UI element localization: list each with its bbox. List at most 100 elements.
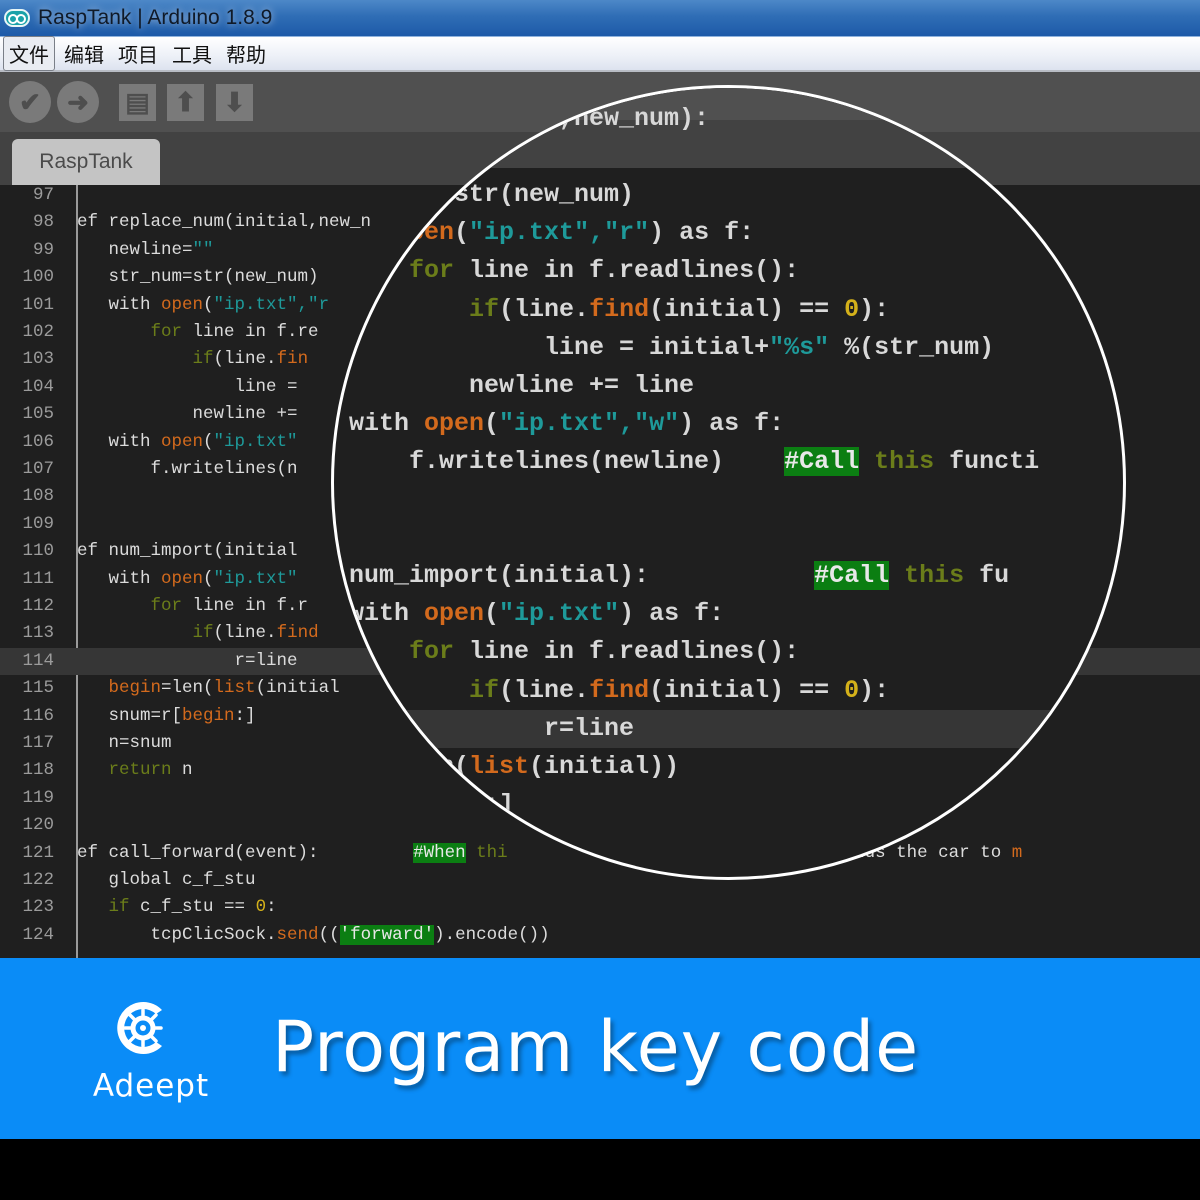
code-token: for: [409, 637, 455, 667]
code-token: ef num_import(initial: [77, 541, 298, 562]
code-text: with open("ip.txt": [77, 429, 298, 456]
magnified-code-text: with open("ip.txt") as f:: [334, 595, 724, 633]
code-token: newline +=: [77, 404, 298, 425]
upload-button[interactable]: ➜: [57, 81, 99, 123]
line-number: 116: [22, 705, 54, 726]
code-text: newline="": [77, 237, 214, 264]
code-token: if: [469, 294, 500, 324]
code-token: "ip.txt": [213, 568, 298, 589]
comment-highlight: 'forward': [339, 924, 435, 945]
menu-file[interactable]: 文件: [3, 36, 55, 71]
line-number: 99: [32, 239, 54, 260]
tab-rasptank[interactable]: RaspTank: [12, 139, 160, 185]
code-token: ).encode()): [434, 924, 550, 945]
code-token: 0: [844, 675, 860, 705]
code-token: "ip.txt","r: [213, 294, 330, 315]
menu-tools[interactable]: 工具: [167, 37, 217, 70]
code-text: f.writelines(n: [77, 456, 298, 483]
code-token: line in f.readlines():: [454, 256, 800, 286]
code-token: n=snum: [77, 733, 172, 753]
line-number: 124: [22, 924, 54, 945]
code-text: if c_f_stu == 0:: [77, 894, 277, 921]
magnified-code-line: with open("ip.txt","w") as f:: [334, 405, 1123, 443]
code-token: send: [276, 924, 319, 945]
line-number: 112: [22, 596, 54, 616]
magnified-code-text: open("ip.txt","r") as f:: [334, 214, 754, 252]
adeept-wheel-logo-icon: [117, 1002, 163, 1054]
code-token: "ip.txt": [213, 431, 298, 452]
magnified-code-line: f.writelines(newline) #Call this functi: [334, 443, 1123, 481]
magnified-code-line: egin:]: [334, 786, 1123, 824]
verify-button[interactable]: ✔: [9, 81, 51, 123]
code-line[interactable]: 124 tcpClicSock.send(('forward').encode(…: [0, 922, 1200, 949]
code-token: ((: [318, 924, 340, 945]
magnified-code-line: if(line.find(initial) == 0):: [334, 672, 1123, 710]
code-token: begin: [108, 678, 162, 699]
new-button[interactable]: ▤: [119, 84, 156, 121]
code-text: line =: [77, 374, 298, 401]
code-text: newline +=: [77, 401, 298, 428]
comment-highlight: #Call: [814, 561, 890, 591]
magnified-code-line: [334, 519, 1123, 557]
code-token: 0: [255, 897, 267, 918]
magnified-code-line: num_import(initial): #Call this fu: [334, 557, 1123, 595]
code-token: :]: [484, 789, 515, 819]
line-number: 101: [22, 294, 54, 315]
code-token: find: [589, 294, 650, 324]
code-token: this: [874, 446, 935, 476]
code-token: open: [161, 431, 204, 452]
code-token: m=str(new_num): [334, 180, 635, 210]
code-text: r=line: [77, 648, 298, 675]
adeept-logo: Adeept: [86, 990, 216, 1110]
menu-edit[interactable]: 编辑: [59, 37, 109, 70]
code-text: begin=len(list(initial: [77, 675, 340, 702]
line-number: 120: [22, 815, 54, 836]
code-token: open: [161, 294, 204, 315]
open-button[interactable]: ⬆: [167, 84, 204, 121]
code-token: for: [150, 596, 183, 616]
title-bar: RaspTank | Arduino 1.8.9: [0, 0, 1200, 37]
code-token: (initial) ==: [649, 675, 845, 705]
code-token: line in f.readlines():: [454, 637, 800, 667]
menu-help[interactable]: 帮助: [221, 37, 271, 70]
code-token: (initial: [255, 678, 340, 699]
code-token: open: [424, 599, 485, 629]
code-token: open: [394, 218, 455, 248]
code-token: global c_f_stu: [77, 870, 256, 890]
code-token: %(str_num): [829, 332, 995, 362]
magnified-code-text: line = initial+"%s" %(str_num): [334, 329, 994, 367]
code-token: (line.: [213, 623, 277, 644]
magnified-code-line: line = initial+"%s" %(str_num): [334, 329, 1123, 367]
window-title: RaspTank | Arduino 1.8.9: [38, 6, 273, 29]
magnified-code-text: newline += line: [334, 367, 694, 405]
code-line[interactable]: 123 if c_f_stu == 0:: [0, 894, 1200, 921]
magnified-code-text: egin:]: [334, 786, 514, 824]
code-token: for: [150, 322, 183, 342]
menu-sketch[interactable]: 项目: [113, 37, 163, 70]
code-text: return n: [77, 757, 193, 784]
code-token: r=line: [77, 650, 298, 671]
magnified-code-line: for line in f.readlines():: [334, 252, 1123, 290]
code-token: functi: [934, 446, 1040, 476]
save-button[interactable]: ⬇: [216, 84, 253, 121]
code-token: (line.: [499, 294, 590, 324]
code-token: egin: [424, 789, 485, 819]
code-token: num_import(initial):: [334, 561, 815, 591]
code-token: ef replace_num(initial,new_n: [77, 212, 372, 233]
code-token: with: [77, 568, 162, 589]
code-text: snum=r[begin:]: [77, 703, 256, 730]
line-number: 111: [22, 568, 54, 589]
magnified-code-line: nitial,new_num):: [334, 100, 1123, 138]
code-token: with: [77, 294, 162, 315]
code-token: :]: [234, 705, 256, 726]
magnified-code-line: for line in f.readlines():: [334, 633, 1123, 671]
code-token: "ip.txt","w": [499, 408, 680, 438]
